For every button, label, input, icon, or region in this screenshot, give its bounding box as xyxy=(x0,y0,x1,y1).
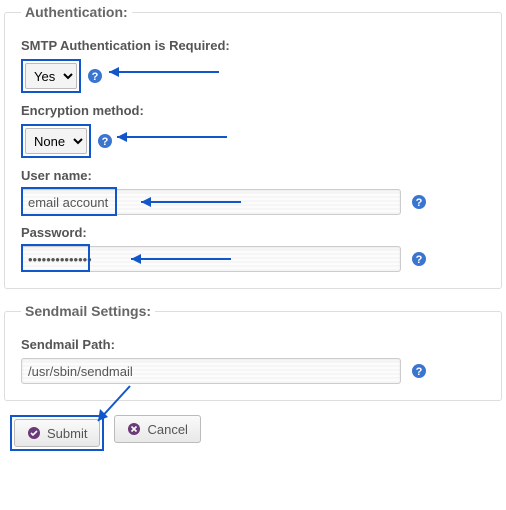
sendmail-path-label: Sendmail Path: xyxy=(21,337,485,352)
password-label: Password: xyxy=(21,225,485,240)
encryption-highlight: None xyxy=(21,124,91,158)
help-icon[interactable]: ? xyxy=(411,363,427,379)
username-label: User name: xyxy=(21,168,485,183)
submit-label: Submit xyxy=(47,426,87,441)
sendmail-fieldset: Sendmail Settings: Sendmail Path: ? xyxy=(4,303,502,401)
svg-text:?: ? xyxy=(416,254,423,266)
encryption-select[interactable]: None xyxy=(25,128,87,154)
svg-text:?: ? xyxy=(92,71,99,83)
help-icon[interactable]: ? xyxy=(411,251,427,267)
encryption-label: Encryption method: xyxy=(21,103,485,118)
smtp-auth-label: SMTP Authentication is Required: xyxy=(21,38,485,53)
svg-text:?: ? xyxy=(102,136,109,148)
sendmail-legend: Sendmail Settings: xyxy=(21,303,155,319)
submit-button[interactable]: Submit xyxy=(14,419,100,447)
cancel-button[interactable]: Cancel xyxy=(114,415,200,443)
cancel-label: Cancel xyxy=(147,422,187,437)
check-circle-icon xyxy=(27,426,41,440)
close-circle-icon xyxy=(127,422,141,436)
svg-text:?: ? xyxy=(416,197,423,209)
help-icon[interactable]: ? xyxy=(87,68,103,84)
help-icon[interactable]: ? xyxy=(411,194,427,210)
help-icon[interactable]: ? xyxy=(97,133,113,149)
authentication-legend: Authentication: xyxy=(21,4,132,20)
submit-highlight: Submit xyxy=(10,415,104,451)
svg-text:?: ? xyxy=(416,366,423,378)
smtp-auth-select[interactable]: Yes xyxy=(25,63,77,89)
authentication-fieldset: Authentication: SMTP Authentication is R… xyxy=(4,4,502,289)
smtp-auth-highlight: Yes xyxy=(21,59,81,93)
sendmail-path-input[interactable] xyxy=(21,358,401,384)
